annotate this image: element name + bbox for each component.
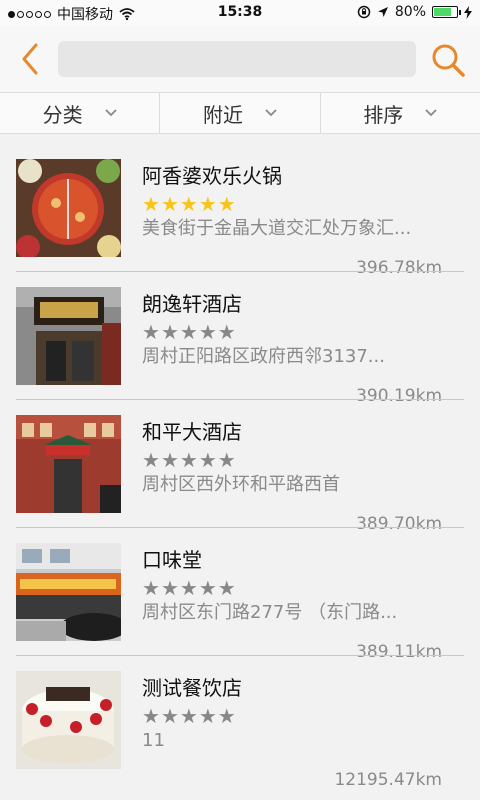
star-empty-icon: ★ — [217, 320, 236, 344]
restaurant-address: 美食街于金晶大道交汇处万象汇... — [142, 218, 412, 239]
star-empty-icon: ★ — [142, 704, 160, 728]
chevron-left-icon[interactable] — [16, 42, 44, 76]
rating-stars: ★ ★ ★ ★ ★ — [142, 450, 236, 470]
filter-sort-label: 排序 — [363, 102, 404, 127]
restaurant-list: 阿香婆欢乐火锅 ★ ★ ★ ★ ★ 美食街于金晶大道交汇处万象汇... 396.78km… — [0, 144, 480, 790]
restaurant-name: 口味堂 — [142, 548, 202, 572]
star-empty-icon: ★ — [160, 320, 179, 344]
restaurant-photo-hotpot — [16, 159, 121, 257]
chevron-down-icon — [265, 109, 277, 117]
location-arrow-icon — [377, 7, 388, 17]
star-filled-icon: ★ — [179, 192, 198, 216]
restaurant-name: 和平大酒店 — [142, 420, 242, 444]
rating-stars: ★ ★ ★ ★ ★ — [142, 578, 236, 598]
star-empty-icon: ★ — [142, 448, 160, 472]
restaurant-photo-storefront — [16, 287, 121, 385]
restaurant-address: 周村区西外环和平路西首 — [142, 474, 340, 495]
status-bar: 中国移动 15:38 80% — [0, 0, 480, 26]
restaurant-address: 周村正阳路区政府西邻3137... — [142, 346, 385, 367]
star-empty-icon: ★ — [217, 448, 236, 472]
filter-category-label: 分类 — [42, 102, 83, 127]
charging-bolt-icon — [464, 5, 472, 19]
star-empty-icon: ★ — [160, 704, 179, 728]
star-filled-icon: ★ — [142, 192, 160, 216]
star-empty-icon: ★ — [142, 320, 160, 344]
star-empty-icon: ★ — [160, 576, 179, 600]
navigation-bar — [0, 26, 480, 92]
chevron-down-icon — [105, 109, 117, 117]
restaurant-row[interactable]: 朗逸轩酒店 ★ ★ ★ ★ ★ 周村正阳路区政府西邻3137... 390.19km — [0, 272, 480, 406]
star-empty-icon: ★ — [179, 704, 198, 728]
restaurant-name: 阿香婆欢乐火锅 — [142, 164, 282, 188]
status-bar-right: 80% — [357, 4, 472, 20]
star-empty-icon: ★ — [198, 576, 217, 600]
filter-nearby-label: 附近 — [202, 102, 243, 127]
star-empty-icon: ★ — [179, 576, 198, 600]
battery-fill — [434, 8, 452, 16]
chevron-down-icon — [425, 109, 437, 117]
filter-category[interactable]: 分类 — [0, 93, 161, 133]
star-filled-icon: ★ — [160, 192, 179, 216]
restaurant-name: 测试餐饮店 — [142, 676, 242, 700]
rating-stars: ★ ★ ★ ★ ★ — [142, 194, 236, 214]
star-empty-icon: ★ — [198, 704, 217, 728]
star-filled-icon: ★ — [198, 192, 217, 216]
filter-bar: 分类 附近 排序 — [0, 92, 480, 134]
star-empty-icon: ★ — [217, 576, 236, 600]
star-empty-icon: ★ — [198, 448, 217, 472]
restaurant-row[interactable]: 测试餐饮店 ★ ★ ★ ★ ★ 11 12195.47km — [0, 656, 480, 790]
search-input[interactable] — [58, 41, 416, 77]
restaurant-photo-cake — [16, 671, 121, 769]
restaurant-address: 周村区东门路277号 （东门路... — [142, 602, 398, 623]
restaurant-row[interactable]: 口味堂 ★ ★ ★ ★ ★ 周村区东门路277号 （东门路... 389.11km — [0, 528, 480, 662]
restaurant-photo-shop — [16, 543, 121, 641]
star-empty-icon: ★ — [217, 704, 236, 728]
rotation-lock-icon — [357, 5, 371, 19]
restaurant-photo-hotel — [16, 415, 121, 513]
star-empty-icon: ★ — [198, 320, 217, 344]
star-filled-icon: ★ — [217, 192, 236, 216]
rating-stars: ★ ★ ★ ★ ★ — [142, 706, 236, 726]
filter-sort[interactable]: 排序 — [321, 93, 480, 133]
battery-percent: 80% — [394, 4, 426, 20]
restaurant-row[interactable]: 和平大酒店 ★ ★ ★ ★ ★ 周村区西外环和平路西首 389.70km — [0, 400, 480, 534]
restaurant-row[interactable]: 阿香婆欢乐火锅 ★ ★ ★ ★ ★ 美食街于金晶大道交汇处万象汇... 396.78km — [0, 144, 480, 278]
star-empty-icon: ★ — [160, 448, 179, 472]
search-icon[interactable] — [430, 42, 466, 78]
rating-stars: ★ ★ ★ ★ ★ — [142, 322, 236, 342]
restaurant-distance: 12195.47km — [334, 770, 442, 790]
filter-nearby[interactable]: 附近 — [160, 93, 321, 133]
battery-icon — [432, 6, 461, 18]
star-empty-icon: ★ — [179, 320, 198, 344]
restaurant-name: 朗逸轩酒店 — [142, 292, 242, 316]
restaurant-address: 11 — [142, 730, 165, 751]
star-empty-icon: ★ — [142, 576, 160, 600]
battery-cap — [459, 10, 461, 15]
star-empty-icon: ★ — [179, 448, 198, 472]
